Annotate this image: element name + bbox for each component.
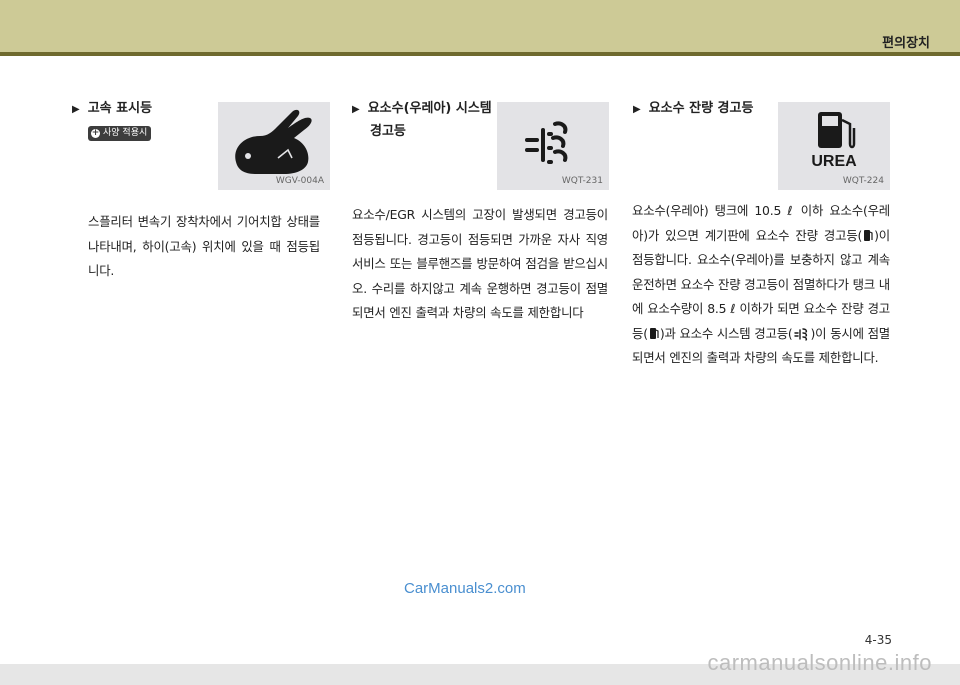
option-badge: + 사양 적용시 bbox=[88, 126, 152, 141]
image-code: WQT-224 bbox=[842, 176, 884, 186]
urea-level-inline-icon bbox=[649, 327, 659, 339]
image-code: WGV-004A bbox=[275, 176, 324, 186]
header-rule bbox=[0, 52, 960, 56]
heading-urea-system: ▶ 요소수(우레아) 시스템 경고등 bbox=[352, 101, 492, 139]
plus-icon: + bbox=[91, 128, 100, 138]
header-band bbox=[0, 0, 960, 52]
triangle-bullet-icon: ▶ bbox=[72, 104, 80, 115]
body-urea-level: 요소수(우레아) 탱크에 10.5 ℓ 이하 요소수(우레아)가 있으면 계기판… bbox=[632, 203, 890, 365]
triangle-bullet-icon: ▶ bbox=[352, 104, 360, 115]
heading-high-speed: ▶ 고속 표시등 bbox=[72, 101, 153, 116]
body-urea-system: 요소수/EGR 시스템의 고장이 발생되면 경고등이 점등됩니다. 경고등이 점… bbox=[352, 207, 608, 320]
body-high-speed: 스플리터 변속기 장착차에서 기어치합 상태를 나타내며, 하이(고속) 위치에… bbox=[88, 214, 320, 278]
high-speed-indicator-image: WGV-004A bbox=[218, 102, 330, 190]
page-number: 4-35 bbox=[864, 633, 892, 647]
urea-system-warning-image: WQT-231 bbox=[497, 102, 609, 190]
urea-level-warning-image: UREA WQT-224 bbox=[778, 102, 890, 190]
image-code: WQT-231 bbox=[561, 176, 603, 186]
footer-url: carmanualsonline.info bbox=[707, 650, 932, 675]
urea-level-inline-icon bbox=[864, 229, 873, 241]
heading-urea-level: ▶ 요소수 잔량 경고등 bbox=[633, 101, 754, 116]
urea-system-inline-icon bbox=[793, 327, 807, 341]
section-title: 편의장치 bbox=[882, 36, 930, 51]
watermark: CarManuals2.com bbox=[404, 580, 526, 597]
triangle-bullet-icon: ▶ bbox=[633, 104, 641, 115]
urea-label: UREA bbox=[811, 153, 857, 170]
